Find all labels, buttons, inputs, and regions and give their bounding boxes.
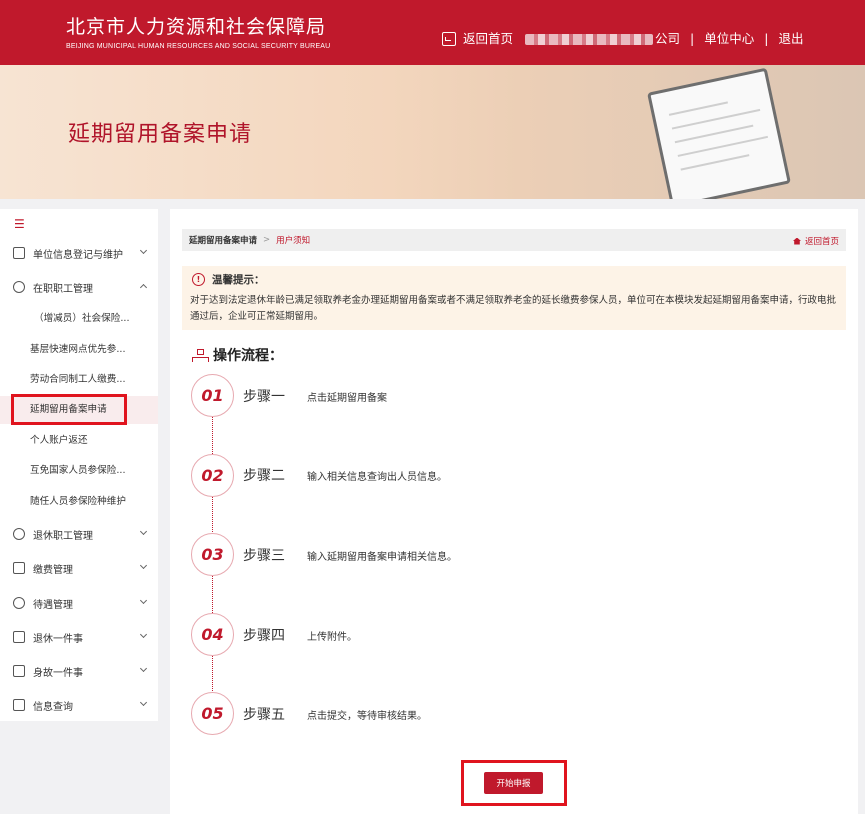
blurred-company-name — [525, 33, 654, 45]
notice-body: 对于达到法定退休年龄已满足领取养老金办理延期留用备案或者不满足领取养老金的延长缴… — [190, 295, 837, 322]
notice-box: ! 温馨提示： 对于达到法定退休年龄已满足领取养老金办理延期留用备案或者不满足领… — [182, 266, 846, 330]
sidebar-item-label: 身故一件事 — [33, 667, 83, 679]
chevron-up-icon — [139, 283, 148, 292]
person-icon — [13, 528, 25, 540]
home-return-icon — [442, 32, 456, 46]
sidebar-item-employee-mgmt[interactable]: 在职职工管理 — [0, 273, 158, 301]
sidebar-subitem[interactable]: 个人账户返还 — [0, 427, 158, 455]
breadcrumb: 延期留用备案申请 > 用户须知 返回首页 — [182, 229, 846, 251]
step-desc: 点击提交，等待审核结果。 — [307, 711, 427, 722]
sidebar-item-label: 单位信息登记与维护 — [33, 249, 123, 261]
chevron-down-icon — [139, 246, 148, 255]
chevron-down-icon — [139, 527, 148, 536]
sidebar-item-label: 缴费管理 — [33, 564, 73, 576]
step-name: 步骤二 — [243, 468, 285, 484]
sidebar-item-info-query[interactable]: 信息查询 — [0, 691, 158, 719]
page-banner: 延期留用备案申请 — [0, 65, 865, 199]
retire-icon — [13, 631, 25, 643]
sidebar-subitem[interactable]: （增减员）社会保险... — [0, 305, 158, 333]
top-nav: 返回首页 公司 | 单位中心 | 退出 — [442, 30, 804, 48]
site-logo[interactable]: 北京市人力资源和社会保障局 BEIJING MUNICIPAL HUMAN RE… — [66, 15, 330, 52]
return-home-link[interactable]: 返回首页 — [463, 30, 513, 48]
chevron-down-icon — [139, 664, 148, 673]
sidebar-item-benefit-mgmt[interactable]: 待遇管理 — [0, 589, 158, 617]
return-home-label: 返回首页 — [804, 237, 839, 247]
benefit-icon — [13, 597, 25, 609]
main-panel: 延期留用备案申请 > 用户须知 返回首页 ! 温馨提示： 对于达到法定退休年龄已… — [170, 209, 858, 814]
sitemap-icon — [192, 348, 209, 362]
logout-link[interactable]: 退出 — [778, 30, 803, 48]
warning-icon: ! — [192, 273, 205, 286]
clipboard-illustration — [647, 67, 791, 199]
breadcrumb-level1[interactable]: 延期留用备案申请 — [189, 234, 257, 246]
sidebar-item-label: 在职职工管理 — [33, 283, 93, 295]
card-icon — [13, 665, 25, 677]
flow-title: 操作流程： — [192, 345, 283, 365]
sidebar-item-label: 待遇管理 — [33, 599, 73, 611]
sidebar-item-retirement[interactable]: 退休一件事 — [0, 623, 158, 651]
chevron-down-icon — [139, 561, 148, 570]
step-name: 步骤一 — [243, 389, 285, 405]
notice-title: 温馨提示： — [212, 274, 265, 286]
step-number: 03 — [191, 533, 234, 576]
step-connector — [212, 497, 213, 534]
step-connector — [212, 417, 213, 454]
flow-title-text: 操作流程： — [213, 348, 283, 364]
sidebar-item-label: 退休职工管理 — [33, 530, 93, 542]
step-name: 步骤五 — [243, 707, 285, 723]
sidebar-item-unit-info[interactable]: 单位信息登记与维护 — [0, 239, 158, 267]
sidebar-item-label: 信息查询 — [33, 701, 73, 713]
home-icon — [792, 237, 801, 245]
sidebar-item-death[interactable]: 身故一件事 — [0, 657, 158, 685]
menu-toggle-icon[interactable]: ☰ — [14, 217, 25, 231]
company-suffix: 公司 — [655, 31, 681, 46]
step-number: 01 — [191, 374, 234, 417]
sidebar-item-payment-mgmt[interactable]: 缴费管理 — [0, 554, 158, 582]
chevron-down-icon — [139, 596, 148, 605]
highlight-box-sidebar — [11, 394, 127, 425]
sidebar-item-label: 退休一件事 — [33, 633, 83, 645]
chevron-down-icon — [139, 630, 148, 639]
sidebar-subitem[interactable]: 互免国家人员参保险... — [0, 457, 158, 485]
notice-header: ! 温馨提示： — [192, 272, 265, 287]
nav-separator: | — [690, 31, 695, 46]
sidebar-item-retiree-mgmt[interactable]: 退休职工管理 — [0, 520, 158, 548]
breadcrumb-level2: 用户须知 — [276, 236, 311, 246]
wallet-icon — [13, 562, 25, 574]
step-desc: 点击延期留用备案 — [307, 393, 387, 404]
search-doc-icon — [13, 699, 25, 711]
breadcrumb-separator: > — [263, 235, 271, 245]
site-title-cn: 北京市人力资源和社会保障局 — [66, 16, 327, 38]
person-icon — [13, 281, 25, 293]
return-home-button[interactable]: 返回首页 — [792, 235, 839, 247]
sidebar-subitem[interactable]: 基层快速网点优先参... — [0, 336, 158, 364]
sidebar-subitem[interactable]: 劳动合同制工人缴费... — [0, 366, 158, 394]
nav-separator: | — [764, 31, 769, 46]
step-name: 步骤三 — [243, 548, 285, 564]
building-icon — [13, 247, 25, 259]
step-number: 02 — [191, 454, 234, 497]
step-desc: 输入相关信息查询出人员信息。 — [307, 472, 447, 483]
step-name: 步骤四 — [243, 628, 285, 644]
highlight-box-button — [461, 760, 567, 806]
chevron-down-icon — [139, 698, 148, 707]
site-title-en: BEIJING MUNICIPAL HUMAN RESOURCES AND SO… — [66, 43, 331, 50]
unit-center-link[interactable]: 单位中心 — [704, 30, 754, 48]
sidebar-subitem[interactable]: 随任人员参保险种维护 — [0, 488, 158, 516]
sidebar: ☰ 单位信息登记与维护 在职职工管理 （增减员）社会保险... 基层快速网点优先… — [0, 209, 158, 721]
step-desc: 上传附件。 — [307, 632, 357, 643]
step-connector — [212, 576, 213, 613]
step-number: 05 — [191, 692, 234, 735]
step-number: 04 — [191, 613, 234, 656]
step-desc: 输入延期留用备案申请相关信息。 — [307, 552, 457, 563]
page-title: 延期留用备案申请 — [68, 122, 253, 147]
step-connector — [212, 656, 213, 693]
top-header: 北京市人力资源和社会保障局 BEIJING MUNICIPAL HUMAN RE… — [0, 0, 865, 65]
